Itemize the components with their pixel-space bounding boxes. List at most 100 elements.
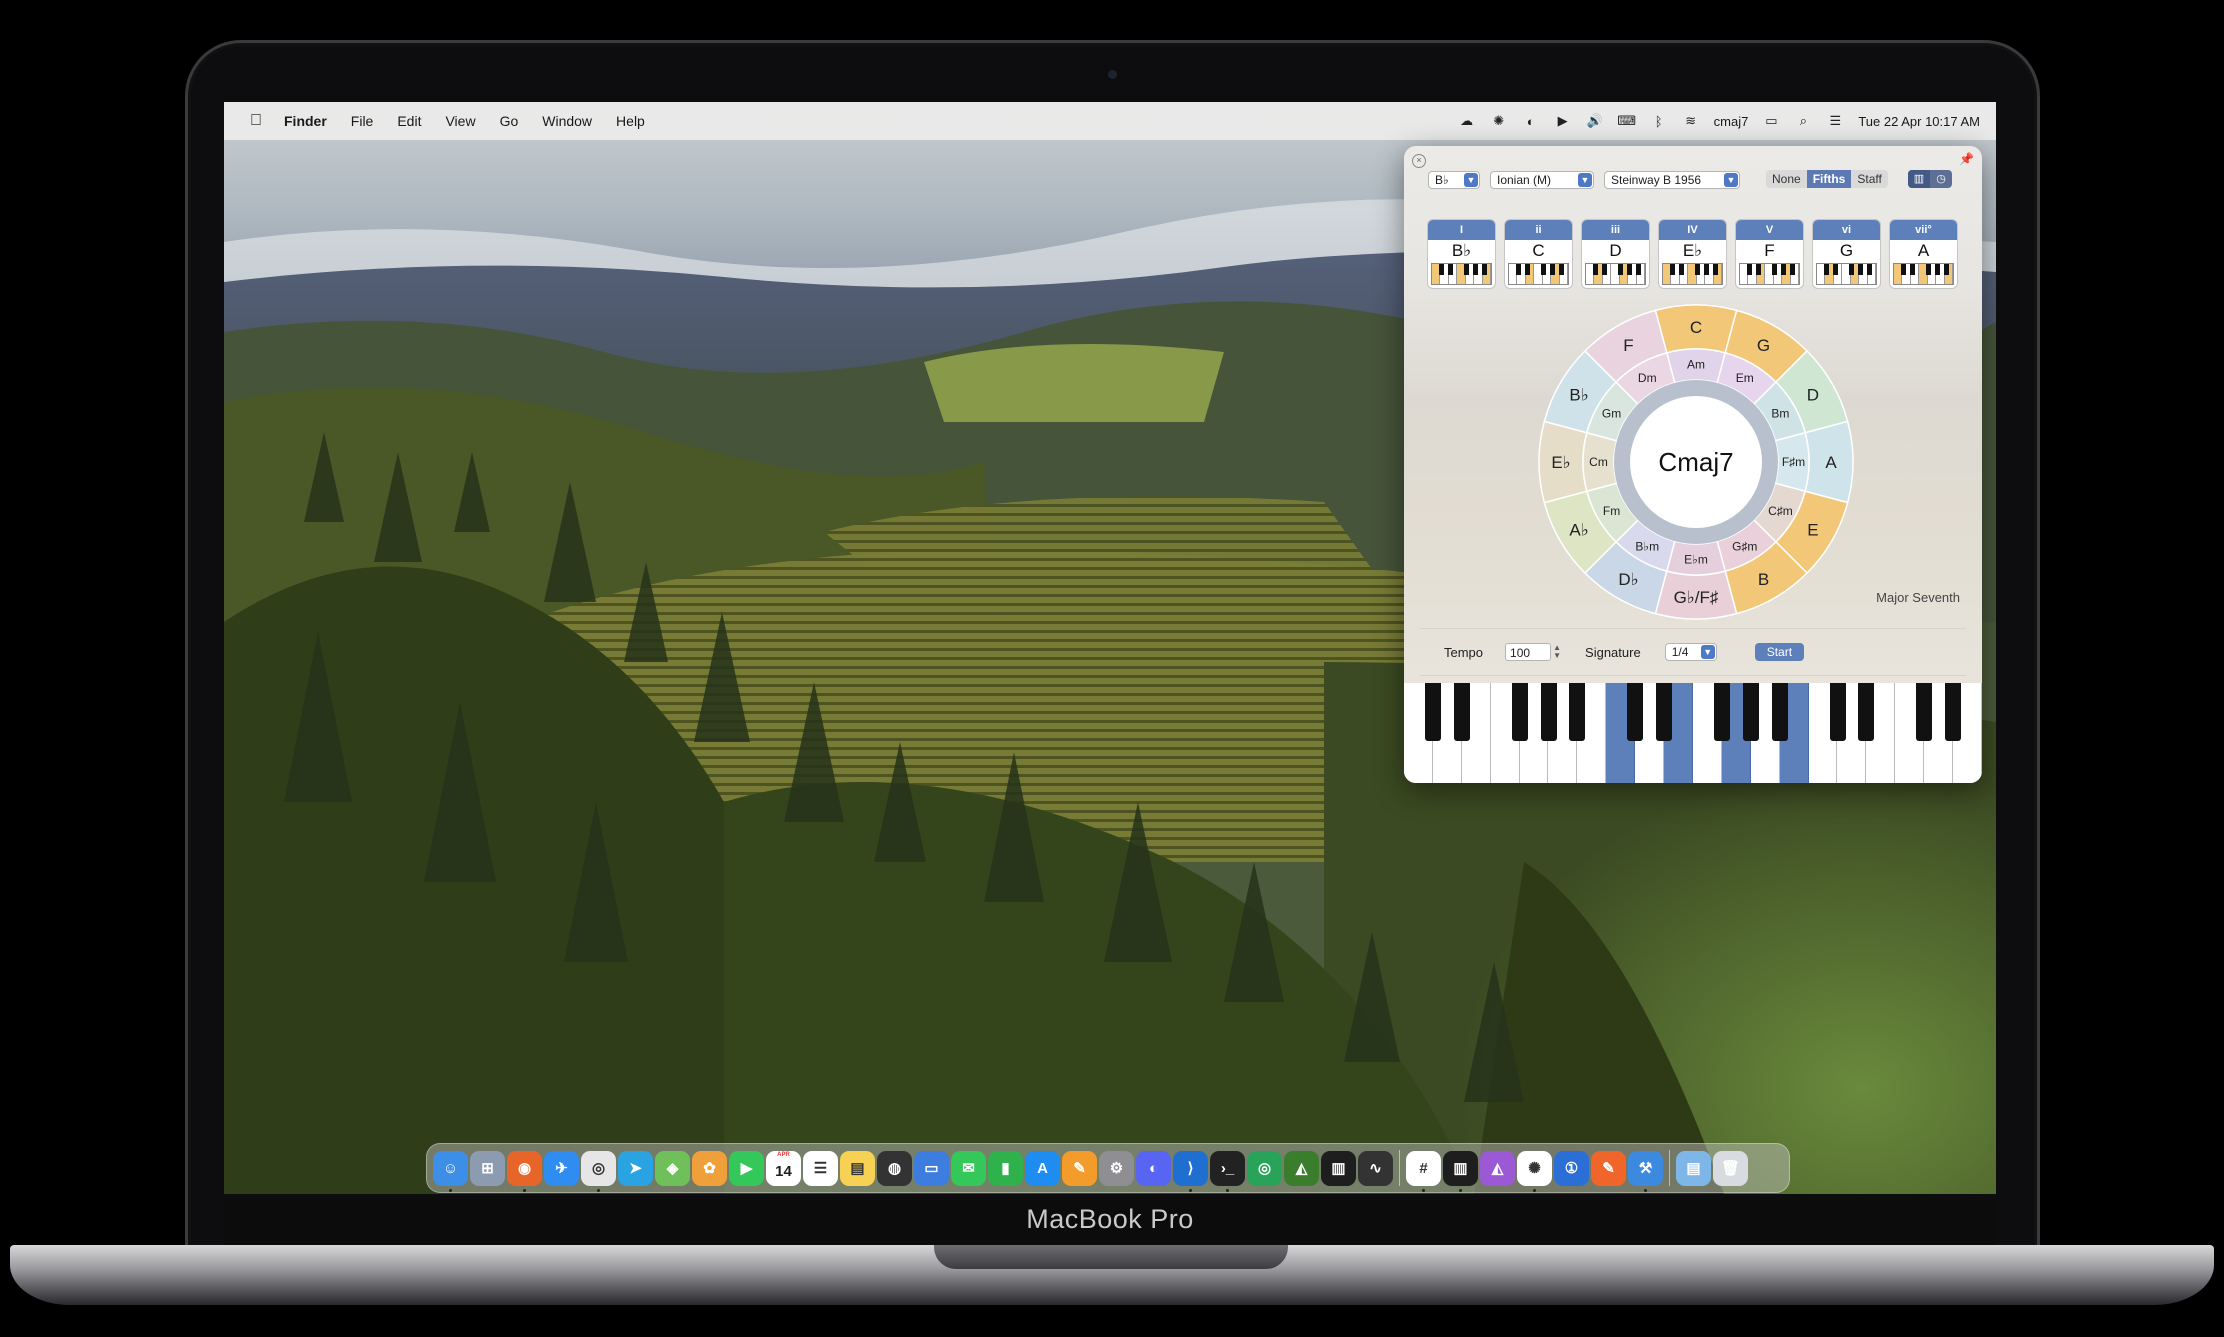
xcode-icon[interactable]: ⚒ [1628, 1150, 1663, 1192]
degree-card[interactable]: I B♭ [1428, 220, 1495, 288]
appstore-icon[interactable]: A [1025, 1150, 1060, 1186]
reminders-icon[interactable]: ☰ [803, 1150, 838, 1186]
macbook:  Finder File Edit View Go Window Help ☁… [0, 0, 2224, 1337]
finder-icon[interactable]: ☺ [433, 1150, 468, 1192]
photos-icon[interactable]: ✿ [692, 1150, 727, 1186]
menu-view[interactable]: View [433, 113, 487, 129]
piano-black-key[interactable] [1540, 683, 1557, 741]
chrome-canary-icon[interactable]: ◎ [1247, 1150, 1282, 1186]
mode-select[interactable]: Ionian (M) ▼ [1490, 171, 1594, 189]
downloads-folder-icon[interactable]: ▤ [1676, 1150, 1711, 1186]
1password-icon[interactable]: ① [1554, 1150, 1589, 1186]
tempo-input[interactable]: 100 ▲ ▼ [1505, 643, 1561, 661]
battery-icon[interactable]: ▭ [1762, 113, 1780, 129]
stepper-icon[interactable]: ▲ ▼ [1552, 644, 1562, 660]
volume-icon[interactable]: 🔊 [1586, 113, 1604, 129]
notes-icon[interactable]: ▤ [840, 1150, 875, 1186]
key-select[interactable]: B♭ ▼ [1428, 171, 1480, 189]
menu-go[interactable]: Go [488, 113, 531, 129]
play-status-icon[interactable]: ▶ [1554, 113, 1572, 129]
scale-degrees: I B♭ ii Ciii D IV E♭ V Fvi Gvii° A [1428, 220, 1957, 288]
piano-black-key[interactable] [1742, 683, 1759, 741]
running-indicator [1644, 1188, 1647, 1192]
affinity-designer-icon[interactable]: ◭ [1480, 1150, 1515, 1186]
mode-none-button[interactable]: None [1766, 170, 1807, 188]
instrument-select[interactable]: Steinway B 1956 ▼ [1604, 171, 1740, 189]
mini-black-key [1857, 264, 1863, 275]
status-app-icon[interactable]: ☁ [1458, 113, 1476, 129]
piano-black-key[interactable] [1511, 683, 1528, 741]
metronome-view-icon[interactable]: ◷ [1930, 170, 1952, 188]
degree-card[interactable]: IV E♭ [1659, 220, 1726, 288]
calendar-icon[interactable]: APR 14 [766, 1150, 801, 1186]
piano-black-key[interactable] [1945, 683, 1962, 741]
discord-icon[interactable]: ◐ [1136, 1150, 1171, 1186]
apple-menu-icon[interactable]:  [246, 112, 272, 130]
terminal-icon[interactable]: ›_ [1210, 1150, 1245, 1192]
wifi-icon[interactable]: ≋ [1682, 113, 1700, 129]
piano-black-key[interactable] [1569, 683, 1586, 741]
pages-icon[interactable]: ✎ [1062, 1150, 1097, 1186]
soulver-icon[interactable]: ▥ [1321, 1150, 1356, 1186]
control-center-icon[interactable]: ☰ [1826, 113, 1844, 129]
piano-black-key[interactable] [1858, 683, 1875, 741]
numbers-icon[interactable]: ▮ [988, 1150, 1023, 1186]
safari-icon[interactable]: ✈ [544, 1150, 579, 1186]
piano-black-key[interactable] [1771, 683, 1788, 741]
vectornator-icon[interactable]: ✎ [1591, 1150, 1626, 1186]
facetime-icon[interactable]: ▶ [729, 1150, 764, 1186]
piano-black-key[interactable] [1656, 683, 1673, 741]
degree-card[interactable]: vii° A [1890, 220, 1957, 288]
trash-icon[interactable]: 🗑 [1713, 1150, 1748, 1186]
mini-black-key [1601, 264, 1607, 275]
chord-status-item[interactable]: cmaj7 [1714, 114, 1749, 129]
slack-icon[interactable]: # [1406, 1150, 1441, 1192]
menu-edit[interactable]: Edit [385, 113, 433, 129]
circle-of-fifths: C G D A E B G♭/F♯ D♭ A♭ E♭ B♭ F Am Em Bm F♯m C♯m G♯m E♭m B♭… [1538, 304, 1854, 620]
piano-black-key[interactable] [1453, 683, 1470, 741]
piano-black-key[interactable] [1829, 683, 1846, 741]
mode-fifths-button[interactable]: Fifths [1806, 170, 1852, 188]
menu-window[interactable]: Window [530, 113, 604, 129]
piano-black-key[interactable] [1916, 683, 1933, 741]
menu-file[interactable]: File [339, 113, 386, 129]
chrome-icon[interactable]: ◎ [581, 1150, 616, 1192]
maps-icon[interactable]: ◈ [655, 1150, 690, 1186]
degree-card[interactable]: vi G [1813, 220, 1880, 288]
menu-help[interactable]: Help [604, 113, 657, 129]
blender-icon[interactable]: ◍ [877, 1150, 912, 1186]
chatgpt-icon[interactable]: ✺ [1517, 1150, 1552, 1192]
degree-card[interactable]: ii C [1505, 220, 1572, 288]
settings-icon[interactable]: ⚙ [1099, 1150, 1134, 1186]
piano-black-key[interactable] [1424, 683, 1441, 741]
keyboard-icon[interactable]: ⌨ [1617, 113, 1636, 129]
launchpad-icon[interactable]: ⊞ [470, 1150, 505, 1186]
vscode-icon[interactable]: ⟩ [1173, 1150, 1208, 1192]
vpn-status-icon[interactable]: ◐ [1522, 113, 1540, 129]
piano-black-key[interactable] [1627, 683, 1644, 741]
pin-icon[interactable]: 📌 [1959, 152, 1974, 166]
clock[interactable]: Tue 22 Apr 10:17 AM [1858, 114, 1980, 129]
mini-black-key [1789, 264, 1795, 275]
affinity-icon[interactable]: ◭ [1284, 1150, 1319, 1186]
piano-black-key[interactable] [1713, 683, 1730, 741]
degree-numeral: vi [1813, 220, 1880, 240]
mode-staff-button[interactable]: Staff [1851, 170, 1887, 188]
menu-app-name[interactable]: Finder [272, 113, 339, 129]
signature-select[interactable]: 1/4 ▼ [1664, 643, 1717, 661]
voice-memos-icon[interactable]: ∿ [1358, 1150, 1393, 1186]
chatgpt-status-icon[interactable]: ✺ [1490, 113, 1508, 129]
activity-monitor-icon[interactable]: ▥ [1443, 1150, 1478, 1192]
degree-card[interactable]: iii D [1582, 220, 1649, 288]
degree-card[interactable]: VF [1736, 220, 1803, 288]
messages-icon[interactable]: ✉ [951, 1150, 986, 1186]
piano-keyboard[interactable] [1404, 683, 1982, 783]
telegram-icon[interactable]: ➤ [618, 1150, 653, 1186]
search-icon[interactable]: ⌕ [1794, 113, 1812, 129]
close-icon[interactable]: × [1412, 154, 1426, 168]
bluetooth-icon[interactable]: ᛒ [1650, 113, 1668, 129]
keynote-icon[interactable]: ▭ [914, 1150, 949, 1186]
piano-view-icon[interactable]: ▥ [1908, 170, 1930, 188]
firefox-icon[interactable]: ◉ [507, 1150, 542, 1192]
start-button[interactable]: Start [1754, 643, 1805, 661]
